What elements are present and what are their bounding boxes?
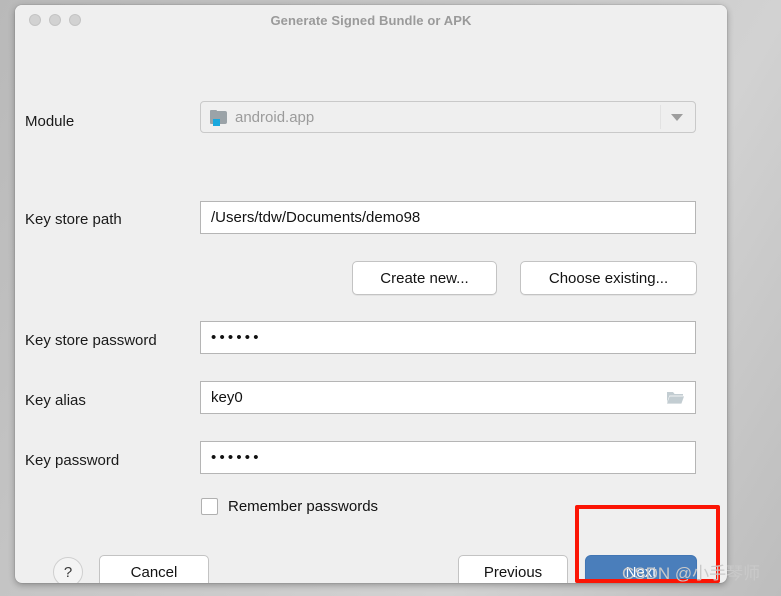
key-store-password-label: Key store password bbox=[25, 332, 157, 349]
cancel-button[interactable]: Cancel bbox=[99, 555, 209, 583]
key-alias-label: Key alias bbox=[25, 392, 86, 409]
next-button[interactable]: Next bbox=[585, 555, 697, 583]
title-bar: Generate Signed Bundle or APK bbox=[15, 5, 727, 37]
module-dropdown[interactable]: android.app bbox=[200, 101, 696, 133]
create-new-button[interactable]: Create new... bbox=[352, 261, 497, 295]
key-password-label: Key password bbox=[25, 452, 120, 469]
remember-passwords-label: Remember passwords bbox=[228, 498, 379, 515]
key-password-value: •••••• bbox=[211, 449, 262, 466]
chevron-down-icon[interactable] bbox=[671, 114, 683, 121]
key-store-path-label: Key store path bbox=[25, 211, 122, 228]
dialog-window: Generate Signed Bundle or APK Module and… bbox=[15, 5, 727, 583]
key-store-password-input[interactable]: •••••• bbox=[200, 321, 696, 354]
window-title: Generate Signed Bundle or APK bbox=[270, 13, 472, 28]
module-label: Module bbox=[25, 113, 75, 130]
key-store-path-value: /Users/tdw/Documents/demo98 bbox=[211, 209, 421, 226]
dialog-content: Module android.app Key store path /Users… bbox=[15, 37, 727, 583]
key-password-input[interactable]: •••••• bbox=[200, 441, 696, 474]
remember-passwords-checkbox[interactable] bbox=[201, 498, 218, 515]
combo-separator bbox=[660, 105, 661, 129]
choose-existing-button[interactable]: Choose existing... bbox=[520, 261, 697, 295]
remember-passwords-row[interactable]: Remember passwords bbox=[201, 498, 378, 515]
key-store-path-input[interactable]: /Users/tdw/Documents/demo98 bbox=[200, 201, 696, 234]
help-button[interactable]: ? bbox=[53, 557, 83, 583]
key-store-password-value: •••••• bbox=[211, 329, 262, 346]
key-alias-value: key0 bbox=[211, 389, 243, 406]
key-alias-input[interactable]: key0 bbox=[200, 381, 696, 414]
module-value: android.app bbox=[235, 108, 315, 126]
open-folder-icon[interactable] bbox=[665, 390, 685, 406]
previous-button[interactable]: Previous bbox=[458, 555, 568, 583]
module-folder-icon bbox=[210, 109, 227, 126]
